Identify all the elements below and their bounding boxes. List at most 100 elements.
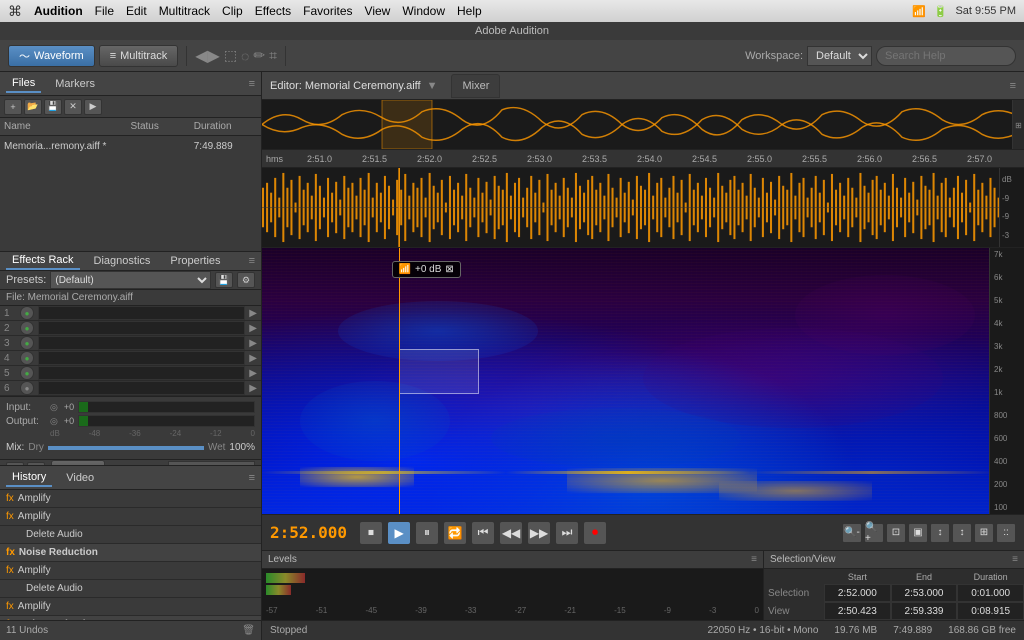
zoom-fit-btn[interactable]: ⊡ <box>886 523 906 543</box>
ruler-mark-10: 2:55.5 <box>802 154 827 164</box>
menu-favorites[interactable]: Favorites <box>303 4 352 18</box>
file-row[interactable]: Memoria...remony.aiff * 7:49.889 <box>0 136 261 156</box>
record-btn[interactable]: ⏺ <box>583 521 607 545</box>
effect-slot-6[interactable]: 6 ● ▶ <box>0 381 261 396</box>
menu-view[interactable]: View <box>365 4 391 18</box>
trash-icon[interactable]: 🗑 <box>242 625 255 636</box>
skip-end-btn[interactable]: ⏭ <box>555 521 579 545</box>
view-duration[interactable]: 0:08.915 <box>957 602 1024 620</box>
tab-effects-rack[interactable]: Effects Rack <box>6 252 80 270</box>
menu-multitrack[interactable]: Multitrack <box>159 4 210 18</box>
mix-wet-label: Wet <box>208 442 226 453</box>
history-item-0[interactable]: fx Amplify <box>0 490 261 508</box>
zoom-more-btn[interactable]: :: <box>996 523 1016 543</box>
zoom-in2-btn[interactable]: ↕ <box>930 523 950 543</box>
sel-duration[interactable]: 0:01.000 <box>957 584 1024 602</box>
skip-start-btn[interactable]: ⏮ <box>471 521 495 545</box>
slot-power-5[interactable]: ● <box>20 366 34 380</box>
pause-btn[interactable]: ⏸ <box>415 521 439 545</box>
view-end[interactable]: 2:59.339 <box>891 602 958 620</box>
waveform-btn[interactable]: 〜 Waveform <box>8 45 95 67</box>
save-file-btn[interactable]: 💾 <box>44 99 62 115</box>
play-btn[interactable]: ▶ <box>387 521 411 545</box>
sel-start[interactable]: 2:52.000 <box>824 584 891 602</box>
input-knob[interactable]: ◎ <box>50 402 58 413</box>
slot-power-6[interactable]: ● <box>20 381 34 395</box>
history-item-2[interactable]: Delete Audio <box>0 526 261 544</box>
zoom-all-btn[interactable]: ⊞ <box>974 523 994 543</box>
stop-btn[interactable]: ⏹ <box>359 521 383 545</box>
menu-help[interactable]: Help <box>457 4 482 18</box>
effect-slot-3[interactable]: 3 ● ▶ <box>0 336 261 351</box>
history-item-3[interactable]: fx Noise Reduction <box>0 544 261 562</box>
multitrack-btn[interactable]: ≡ Multitrack <box>99 45 178 67</box>
mix-slider[interactable] <box>48 446 204 450</box>
tab-files[interactable]: Files <box>6 75 41 93</box>
levels-panel-close[interactable]: ≡ <box>751 554 757 565</box>
history-item-6[interactable]: fx Amplify <box>0 598 261 616</box>
tab-diagnostics[interactable]: Diagnostics <box>88 253 157 269</box>
menu-clip[interactable]: Clip <box>222 4 243 18</box>
effect-slot-4[interactable]: 4 ● ▶ <box>0 351 261 366</box>
effects-panel-close[interactable]: ≡ <box>249 255 255 267</box>
zoom-sel-btn[interactable]: ▣ <box>908 523 928 543</box>
effect-slot-5[interactable]: 5 ● ▶ <box>0 366 261 381</box>
slot-power-2[interactable]: ● <box>20 321 34 335</box>
view-start[interactable]: 2:50.423 <box>824 602 891 620</box>
effect-slot-1[interactable]: 1 ● ▶ <box>0 306 261 321</box>
rewind-btn[interactable]: ◀◀ <box>499 521 523 545</box>
toolbar-sep2 <box>285 46 286 66</box>
presets-select[interactable]: (Default) <box>50 271 211 289</box>
effect-slot-2[interactable]: 2 ● ▶ <box>0 321 261 336</box>
levels-panel: Levels ≡ -57 -51 -45 -39 -33 -27 -21 -15 <box>262 551 764 620</box>
output-knob[interactable]: ◎ <box>50 416 58 427</box>
apple-menu[interactable]: ⌘ <box>8 3 22 20</box>
ruler-mark-6: 2:53.5 <box>582 154 607 164</box>
menu-right: 📶 🔋 Sat 9:55 PM <box>912 5 1016 18</box>
ff-btn[interactable]: ▶▶ <box>527 521 551 545</box>
selection-panel-close[interactable]: ≡ <box>1012 554 1018 565</box>
zoom-out-btn[interactable]: 🔍- <box>842 523 862 543</box>
editor-panel-close[interactable]: ≡ <box>1010 80 1016 92</box>
menu-edit[interactable]: Edit <box>126 4 147 18</box>
history-item-1[interactable]: fx Amplify <box>0 508 261 526</box>
workspace-select[interactable]: Default <box>807 46 872 66</box>
history-item-4[interactable]: fx Amplify <box>0 562 261 580</box>
tab-properties[interactable]: Properties <box>164 253 226 269</box>
mixer-tab[interactable]: Mixer <box>451 74 500 98</box>
presets-settings-btn[interactable]: ⚙ <box>237 272 255 288</box>
overview-scroll-btn[interactable]: ⊞ <box>1012 100 1024 150</box>
slot-power-3[interactable]: ● <box>20 336 34 350</box>
tooltip-expand[interactable]: ⊠ <box>445 264 453 275</box>
slot-power-1[interactable]: ● <box>20 306 34 320</box>
slot-power-4[interactable]: ● <box>20 351 34 365</box>
close-file-btn[interactable]: ✕ <box>64 99 82 115</box>
select-icon: ⬚ <box>224 47 237 64</box>
spec-selection[interactable] <box>399 349 479 394</box>
search-input[interactable] <box>876 46 1016 66</box>
menu-bar: ⌘ Audition File Edit Multitrack Clip Eff… <box>0 0 1024 22</box>
history-panel-close[interactable]: ≡ <box>249 472 255 484</box>
ruler-mark-7: 2:54.0 <box>637 154 662 164</box>
autoplay-btn[interactable]: ▶ <box>84 99 102 115</box>
file-name: Memoria...remony.aiff * <box>4 141 131 152</box>
sel-end[interactable]: 2:53.000 <box>891 584 958 602</box>
spectrogram[interactable]: 📶 +0 dB ⊠ 7k 6k 5k 4k 3k 2k 1k 800 600 4… <box>262 248 1024 514</box>
tab-history[interactable]: History <box>6 469 52 487</box>
levels-title: Levels <box>268 554 297 565</box>
presets-save-btn[interactable]: 💾 <box>215 272 233 288</box>
new-file-btn[interactable]: + <box>4 99 22 115</box>
tab-markers[interactable]: Markers <box>49 76 101 92</box>
zoom-in-btn[interactable]: 🔍+ <box>864 523 884 543</box>
zoom-out2-btn[interactable]: ↕ <box>952 523 972 543</box>
files-panel-close[interactable]: ≡ <box>249 78 255 90</box>
menu-effects[interactable]: Effects <box>255 4 291 18</box>
open-file-btn[interactable]: 📂 <box>24 99 42 115</box>
tab-video[interactable]: Video <box>60 470 100 486</box>
selection-grid: Start End Duration Selection 2:52.000 2:… <box>764 569 1024 620</box>
loop-btn[interactable]: 🔁 <box>443 521 467 545</box>
menu-file[interactable]: File <box>95 4 114 18</box>
history-item-5[interactable]: Delete Audio <box>0 580 261 598</box>
menu-window[interactable]: Window <box>402 4 445 18</box>
dropdown-icon[interactable]: ▼ <box>427 80 438 92</box>
